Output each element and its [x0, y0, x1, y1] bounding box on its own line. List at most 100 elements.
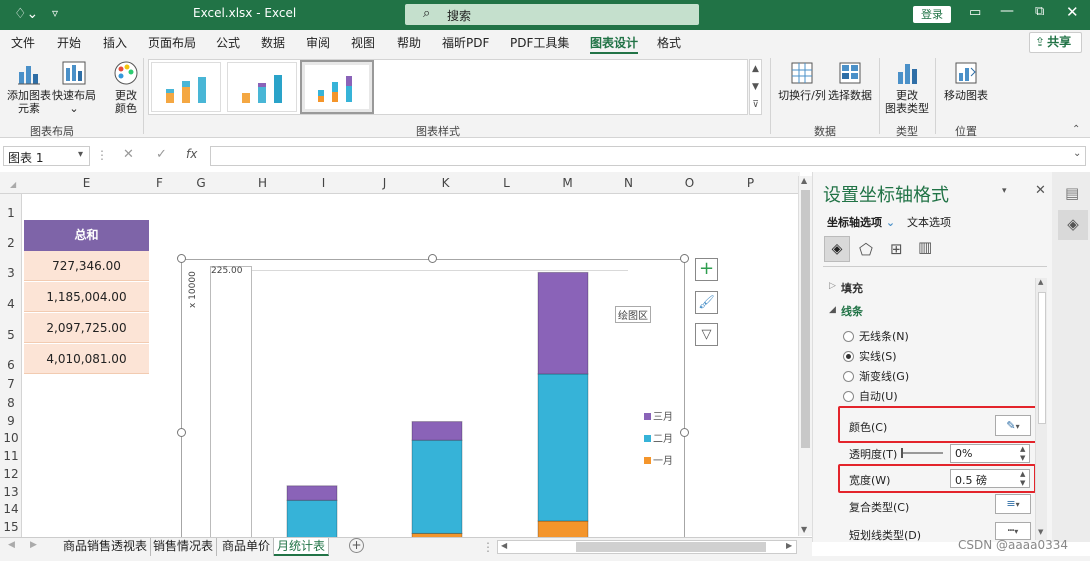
size-properties-icon[interactable]: ⊞ — [890, 240, 903, 258]
enter-icon[interactable]: ✓ — [156, 147, 167, 162]
tab-chart-design[interactable]: 图表设计 — [590, 34, 639, 55]
chart-area[interactable]: 225.00 x 10000 绘图区 三月 二月 一月 — [181, 259, 685, 537]
change-chart-type-button[interactable]: 更改 图表类型 — [883, 60, 931, 115]
switch-row-col-button[interactable]: 切换行/列 — [777, 60, 827, 102]
scroll-thumb[interactable] — [801, 190, 810, 448]
text-options-tab[interactable]: 文本选项 — [907, 214, 951, 230]
tab-pdf-tools[interactable]: PDF工具集 — [510, 34, 569, 51]
collapse-line-icon[interactable]: ◢ — [829, 305, 836, 315]
row-header[interactable]: 12 — [0, 467, 22, 481]
qat-dropdown-icon[interactable]: ▿ — [52, 6, 58, 20]
login-button[interactable]: 登录 — [913, 6, 951, 23]
sum-value-cell[interactable]: 727,346.00 — [24, 251, 149, 281]
tab-help[interactable]: 帮助 — [397, 34, 421, 51]
sheet-tab[interactable]: 销售情况表 — [150, 538, 218, 556]
pane-scrollbar[interactable]: ▲ ▼ — [1035, 278, 1047, 540]
ribbon-display-icon[interactable]: ▭ — [969, 5, 981, 20]
chart-style-2[interactable] — [227, 62, 297, 112]
splitter-icon[interactable]: ⋮ — [482, 540, 494, 554]
compound-type-dropdown[interactable]: ≡▾ — [995, 494, 1031, 514]
scroll-down-icon[interactable]: ▼ — [750, 78, 761, 96]
bar-segment-三月[interactable] — [411, 421, 463, 441]
chart-resize-handle[interactable] — [428, 254, 437, 263]
row-header[interactable]: 9 — [0, 414, 22, 428]
tab-home[interactable]: 开始 — [57, 34, 81, 51]
bar-segment-三月[interactable] — [286, 485, 338, 501]
scroll-down-icon[interactable]: ▼ — [801, 525, 807, 534]
axis-options-bars-icon[interactable]: ▥ — [918, 238, 932, 256]
add-chart-element-button[interactable]: 添加图表 元素 — [6, 60, 52, 115]
add-sheet-icon[interactable]: + — [349, 538, 364, 553]
collapse-ribbon-icon[interactable]: ⌃ — [1072, 124, 1080, 135]
autosave-icon[interactable]: ♢⌄ — [14, 6, 38, 22]
tab-review[interactable]: 审阅 — [306, 34, 330, 51]
row-header[interactable]: 13 — [0, 485, 22, 499]
row-header[interactable]: 3 — [0, 266, 22, 280]
format-brush-icon[interactable]: ◈ — [1058, 210, 1088, 240]
close-icon[interactable]: ✕ — [1066, 3, 1079, 21]
line-section-header[interactable]: 线条 — [841, 303, 863, 319]
axis-options-tab[interactable]: 坐标轴选项 ⌄ — [827, 214, 895, 230]
chart-resize-handle[interactable] — [680, 428, 689, 437]
chart-style-3-selected[interactable] — [300, 60, 374, 114]
sum-value-cell[interactable]: 4,010,081.00 — [24, 344, 149, 374]
column-header[interactable]: L — [476, 176, 537, 194]
column-header[interactable]: F — [149, 176, 170, 194]
move-chart-button[interactable]: 移动图表 — [941, 60, 991, 102]
transparency-input[interactable]: 0% ▲ ▼ — [950, 444, 1030, 463]
tab-format[interactable]: 格式 — [657, 34, 681, 51]
scroll-up-icon[interactable]: ▲ — [750, 60, 761, 78]
insert-function-icon[interactable]: fx — [186, 147, 197, 161]
chart-elements-plus-icon[interactable]: + — [695, 258, 718, 281]
bar-segment-二月[interactable] — [537, 373, 589, 522]
vertical-scrollbar[interactable]: ▲ ▼ — [798, 176, 812, 536]
column-header[interactable]: E — [24, 176, 149, 194]
row-header[interactable]: 2 — [0, 236, 22, 250]
row-header[interactable]: 7 — [0, 377, 22, 391]
column-header[interactable]: I — [293, 176, 354, 194]
column-header[interactable]: P — [720, 176, 781, 194]
transparency-slider[interactable] — [901, 448, 943, 458]
pane-close-icon[interactable]: ✕ — [1035, 183, 1046, 198]
restore-icon[interactable]: ⧉ — [1035, 4, 1044, 19]
tab-foxit-pdf[interactable]: 福昕PDF — [442, 34, 489, 51]
row-header[interactable]: 11 — [0, 449, 22, 463]
chart-resize-handle[interactable] — [177, 428, 186, 437]
gradient-line-radio[interactable]: 渐变线(G) — [843, 368, 909, 384]
sum-value-cell[interactable]: 2,097,725.00 — [24, 313, 149, 343]
expand-formula-icon[interactable]: ⌄ — [1073, 148, 1081, 159]
prev-sheet-icon[interactable]: ◀ — [8, 540, 15, 550]
row-header[interactable]: 14 — [0, 502, 22, 516]
tab-view[interactable]: 视图 — [351, 34, 375, 51]
next-sheet-icon[interactable]: ▶ — [30, 540, 37, 550]
sheet-tab[interactable]: 商品单价 — [219, 538, 275, 556]
chart-legend[interactable]: 三月 二月 一月 — [644, 408, 673, 467]
chart-styles-brush-icon[interactable]: 🖌 — [695, 291, 718, 314]
document-icon[interactable]: ▤ — [1065, 184, 1079, 202]
column-header[interactable]: H — [232, 176, 293, 194]
bar-segment-三月[interactable] — [537, 271, 589, 375]
row-header[interactable]: 10 — [0, 431, 22, 445]
tab-data[interactable]: 数据 — [261, 34, 285, 51]
column-header[interactable]: J — [354, 176, 415, 194]
tab-insert[interactable]: 插入 — [103, 34, 127, 51]
select-all-icon[interactable]: ◢ — [10, 180, 16, 189]
sheet-tab-active[interactable]: 月统计表 — [274, 538, 330, 556]
fill-line-icon[interactable]: ◈ — [824, 236, 850, 262]
row-header[interactable]: 4 — [0, 297, 22, 311]
name-box[interactable]: 图表 1 ▾ — [3, 146, 90, 166]
solid-line-radio[interactable]: 实线(S) — [843, 348, 897, 364]
tab-file[interactable]: 文件 — [11, 34, 35, 51]
bar-segment-一月[interactable] — [537, 520, 589, 537]
row-header[interactable]: 6 — [0, 358, 22, 372]
chart-filter-funnel-icon[interactable]: ▽ — [695, 323, 718, 346]
line-color-picker[interactable]: ✎▾ — [995, 415, 1031, 436]
change-colors-button[interactable]: 更改 颜色 — [106, 60, 146, 115]
sum-value-cell[interactable]: 1,185,004.00 — [24, 282, 149, 312]
expand-fill-icon[interactable]: ▷ — [829, 281, 836, 291]
sheet-tab[interactable]: 商品销售透视表 — [60, 538, 152, 556]
no-line-radio[interactable]: 无线条(N) — [843, 328, 909, 344]
column-header[interactable]: K — [415, 176, 476, 194]
row-header[interactable]: 1 — [0, 206, 22, 220]
auto-line-radio[interactable]: 自动(U) — [843, 388, 898, 404]
